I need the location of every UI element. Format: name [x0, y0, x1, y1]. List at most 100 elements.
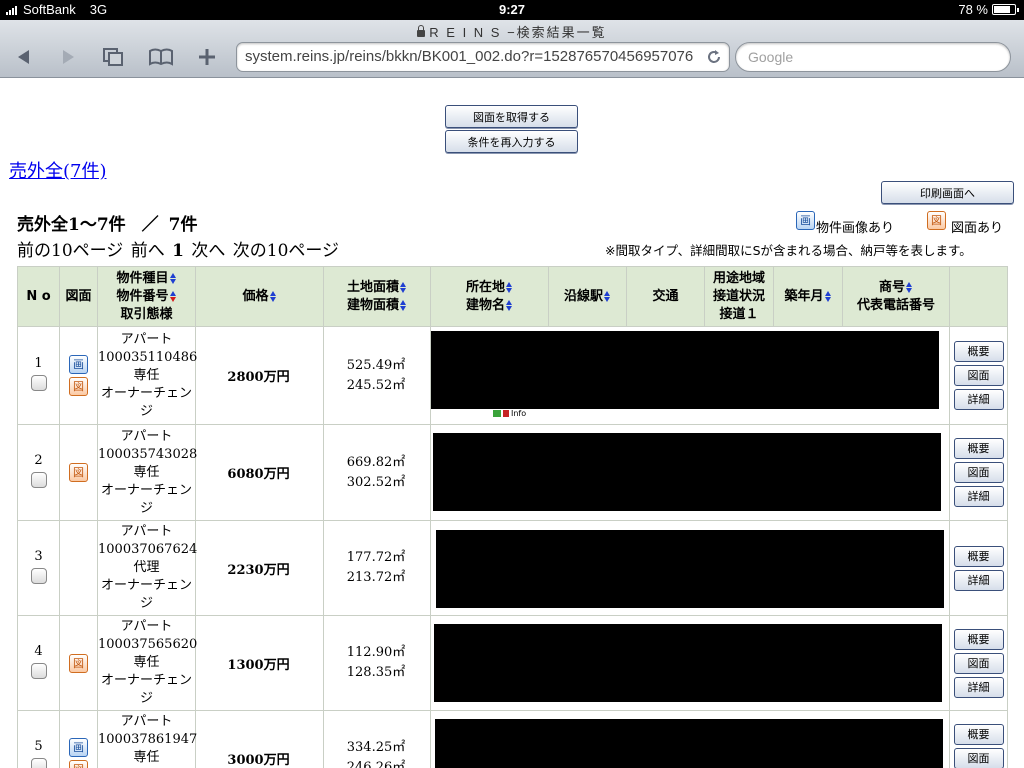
forward-button[interactable]	[50, 44, 86, 70]
owner-change: オーナーチェンジ	[100, 578, 192, 611]
plan-button[interactable]: 図面	[953, 652, 1004, 674]
sort-icon[interactable]	[604, 290, 611, 302]
col-location-address[interactable]: 所在地	[466, 280, 505, 295]
reload-icon[interactable]	[706, 49, 722, 65]
col-station-label[interactable]: 沿線駅	[564, 289, 603, 304]
sort-icon[interactable]	[824, 290, 832, 302]
back-button[interactable]	[6, 44, 42, 70]
row-price: 1300万円	[195, 615, 324, 711]
category-link[interactable]: 売外全(7件)	[9, 157, 107, 183]
row-price: 2230万円	[195, 520, 324, 616]
plan-button[interactable]: 図面	[953, 747, 1004, 768]
col-plan: 図面	[59, 266, 98, 327]
pager-prev10[interactable]: 前の10ページ	[17, 241, 123, 261]
pages-button[interactable]	[95, 44, 131, 70]
redacted-cell	[430, 615, 950, 711]
col-type-id[interactable]: 物件番号	[116, 289, 168, 304]
row-checkbox[interactable]	[30, 567, 47, 584]
row-checkbox[interactable]	[30, 757, 47, 768]
building-area: 246.26㎡	[346, 760, 406, 768]
owner-change: オーナーチェンジ	[100, 385, 192, 419]
detail-button[interactable]: 詳細	[953, 486, 1004, 507]
col-price-label[interactable]: 価格	[242, 289, 268, 304]
redaction-block	[436, 530, 944, 608]
pager-next[interactable]: 次へ	[191, 241, 225, 261]
property-kind: アパート	[120, 714, 173, 729]
search-field[interactable]: Google	[735, 42, 1011, 72]
forward-icon	[63, 50, 74, 64]
row-checkbox[interactable]	[30, 472, 47, 488]
col-area-building[interactable]: 建物面積	[347, 298, 399, 313]
col-company-name[interactable]: 商号	[879, 280, 905, 295]
reenter-conditions-button[interactable]: 条件を再入力する	[445, 130, 578, 153]
summary-button[interactable]: 概要	[953, 628, 1004, 650]
property-image-icon[interactable]: 画	[69, 355, 88, 374]
deal-type: 専任	[133, 655, 160, 670]
add-button[interactable]	[189, 44, 225, 70]
row-actions: 概要図面詳細	[949, 615, 1008, 711]
floor-plan-icon[interactable]: 図	[69, 377, 88, 396]
summary-button[interactable]: 概要	[953, 438, 1004, 459]
sort-active-icon[interactable]	[169, 290, 177, 302]
owner-change: オーナーチェンジ	[100, 482, 192, 516]
property-id: 100037067624	[98, 542, 198, 557]
battery-percent: 78 %	[958, 2, 988, 17]
summary-button[interactable]: 概要	[953, 341, 1004, 362]
col-area-land[interactable]: 土地面積	[347, 280, 399, 295]
row-icons	[59, 520, 98, 616]
col-built-label[interactable]: 築年月	[784, 289, 823, 304]
pager-prev[interactable]: 前へ	[131, 241, 165, 261]
sort-icon[interactable]	[400, 281, 407, 293]
sort-icon[interactable]	[169, 272, 177, 284]
sort-icon[interactable]	[506, 281, 513, 293]
sort-icon[interactable]	[400, 299, 407, 311]
sort-icon[interactable]	[906, 281, 913, 293]
floor-plan-icon[interactable]: 図	[69, 463, 88, 482]
land-area: 334.25㎡	[346, 740, 406, 755]
plan-button[interactable]: 図面	[953, 365, 1004, 386]
plan-button[interactable]: 図面	[953, 462, 1004, 483]
bookmarks-button[interactable]	[143, 44, 179, 70]
detail-button[interactable]: 詳細	[953, 569, 1004, 591]
col-price: 価格	[195, 266, 324, 327]
url-field[interactable]: system.reins.jp/reins/bkkn/BK001_002.do?…	[236, 42, 730, 72]
property-image-icon[interactable]: 画	[69, 737, 88, 757]
page-title-bar: R E I N S −検索結果一覧	[0, 22, 1024, 41]
table-row: 1 画図アパート 100035110486 専任 オーナーチェンジ 2800万円 525.4…	[17, 326, 1008, 425]
redacted-cell	[430, 424, 950, 521]
row-number-cell: 3	[17, 520, 60, 616]
property-image-icon: 画	[796, 211, 815, 230]
row-number-cell: 1	[17, 326, 60, 425]
row-number: 5	[34, 738, 43, 754]
detail-button[interactable]: 詳細	[953, 389, 1004, 410]
row-number: 3	[34, 548, 43, 564]
bookmarks-icon	[149, 48, 173, 66]
legend-plan: 図 図面あり	[927, 211, 1003, 236]
row-icons: 図	[59, 424, 98, 521]
sort-icon[interactable]	[506, 299, 513, 311]
col-station: 沿線駅	[548, 266, 627, 327]
property-kind: アパート	[120, 619, 173, 634]
row-actions: 概要図面詳細	[949, 326, 1008, 425]
summary-button[interactable]: 概要	[953, 545, 1004, 567]
col-company-phone: 代表電話番号	[856, 297, 935, 313]
summary-button[interactable]: 概要	[953, 723, 1004, 745]
detail-button[interactable]: 詳細	[953, 676, 1004, 698]
print-view-button[interactable]: 印刷画面へ	[881, 181, 1014, 204]
floor-plan-icon[interactable]: 図	[69, 759, 88, 768]
page-content: 図面を取得する 条件を再入力する 売外全(7件) 印刷画面へ 売外全1～7件 ／ 7…	[0, 79, 1024, 768]
get-plan-button[interactable]: 図面を取得する	[445, 105, 578, 128]
col-company: 商号 代表電話番号	[842, 266, 950, 327]
col-location-building[interactable]: 建物名	[466, 298, 505, 313]
floor-plan-icon[interactable]: 図	[69, 653, 88, 673]
redacted-cell: Info	[430, 326, 950, 425]
row-checkbox[interactable]	[30, 375, 47, 391]
col-type-kind[interactable]: 物件種目	[116, 271, 168, 286]
row-area-cell: 525.49㎡ 245.52㎡	[323, 326, 431, 425]
pager-next10[interactable]: 次の10ページ	[233, 241, 339, 261]
building-area: 302.52㎡	[346, 474, 406, 490]
deal-type: 専任	[133, 464, 160, 480]
row-checkbox[interactable]	[30, 662, 47, 679]
sort-icon[interactable]	[269, 290, 277, 302]
col-area: 土地面積 建物面積	[323, 266, 431, 327]
